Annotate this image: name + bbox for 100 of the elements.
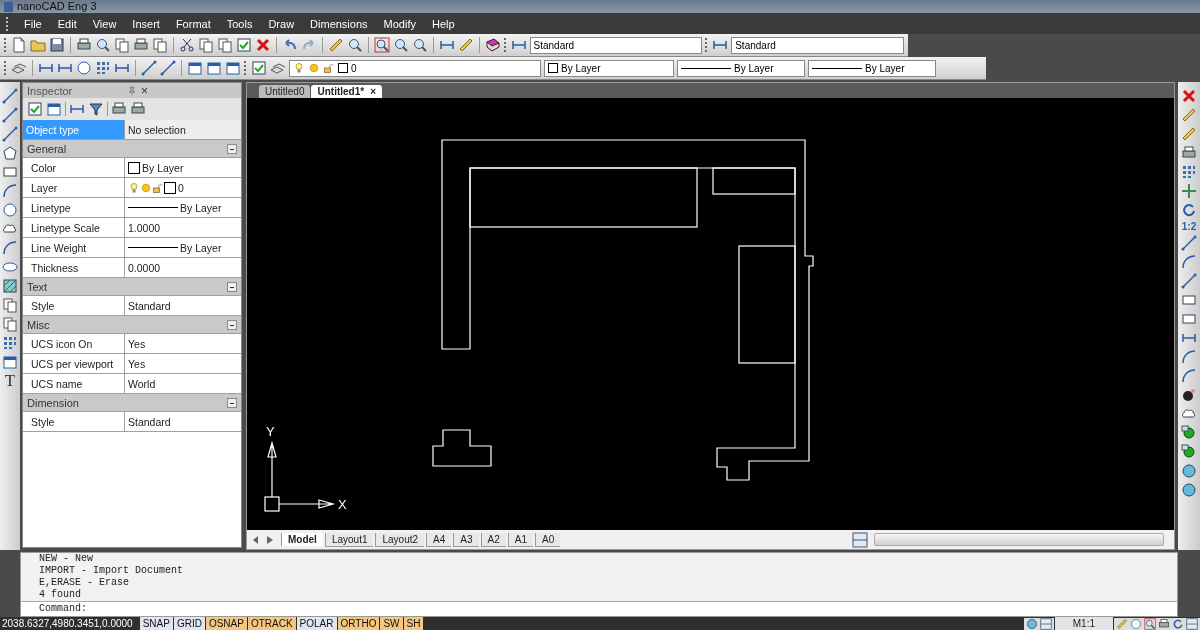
zoom-window-icon[interactable] bbox=[1144, 617, 1156, 630]
text-tool-button[interactable]: T bbox=[4, 373, 16, 389]
property-value[interactable]: 1.0000 bbox=[125, 218, 241, 237]
scroll-right-icon[interactable] bbox=[267, 535, 273, 544]
menu-item[interactable]: Draw bbox=[260, 14, 303, 33]
ruler-icon[interactable] bbox=[457, 37, 474, 53]
menu-item[interactable]: Tools bbox=[218, 14, 261, 33]
move-icon[interactable] bbox=[1181, 183, 1197, 199]
status-toggle-button[interactable]: GRID bbox=[173, 617, 205, 630]
layer-dropdown[interactable]: 0 bbox=[289, 59, 541, 77]
grid-icon[interactable] bbox=[1181, 164, 1197, 180]
menu-item[interactable]: File bbox=[16, 14, 50, 33]
copy-icon[interactable] bbox=[197, 37, 214, 53]
property-value[interactable]: 0.0000 bbox=[125, 258, 241, 277]
rotate-icon[interactable] bbox=[1181, 202, 1197, 218]
layout-tab[interactable]: A3 bbox=[453, 532, 479, 547]
menu-item[interactable]: Insert bbox=[124, 14, 168, 33]
status-toggle-button[interactable]: SNAP bbox=[139, 617, 173, 630]
rectangle-icon[interactable] bbox=[2, 164, 18, 180]
scroll-left-icon[interactable] bbox=[253, 535, 259, 544]
rotate-icon[interactable] bbox=[1172, 617, 1184, 630]
arc-icon[interactable] bbox=[1181, 368, 1197, 384]
line-icon[interactable] bbox=[141, 60, 157, 76]
table-icon[interactable] bbox=[2, 354, 18, 370]
printer-icon[interactable] bbox=[1158, 617, 1170, 630]
grid-icon[interactable] bbox=[95, 60, 111, 76]
arc-icon[interactable] bbox=[1181, 349, 1197, 365]
collapse-icon[interactable] bbox=[227, 143, 237, 154]
menu-item[interactable]: Help bbox=[423, 14, 463, 33]
rectangle-icon[interactable] bbox=[1181, 292, 1197, 308]
new-file-icon[interactable] bbox=[10, 37, 27, 53]
printer-icon[interactable] bbox=[130, 101, 146, 117]
rectangle-icon[interactable] bbox=[1181, 311, 1197, 327]
save-icon[interactable] bbox=[48, 37, 65, 53]
property-value[interactable]: Standard bbox=[125, 412, 241, 431]
lineweight-dropdown[interactable]: By Layer bbox=[808, 59, 936, 77]
zoom-window-icon[interactable] bbox=[373, 37, 390, 53]
status-toggle-button[interactable]: ORTHO bbox=[337, 617, 380, 630]
checkbox-icon[interactable] bbox=[251, 60, 267, 76]
document-tab[interactable]: Untitled1* × bbox=[311, 85, 382, 98]
scale-dropdown[interactable]: M1:1 bbox=[1054, 617, 1113, 630]
copy-icon[interactable] bbox=[2, 316, 18, 332]
status-toggle-button[interactable]: SW bbox=[380, 617, 403, 630]
ruler-icon[interactable] bbox=[1116, 617, 1128, 630]
sphere-icon[interactable] bbox=[1181, 482, 1197, 498]
folder-icon[interactable] bbox=[29, 37, 46, 53]
printer-icon[interactable] bbox=[75, 37, 92, 53]
collapse-icon[interactable] bbox=[227, 397, 237, 408]
document-tab[interactable]: Untitled0 bbox=[259, 85, 311, 98]
collapse-icon[interactable] bbox=[227, 319, 237, 330]
layout-tab[interactable]: A2 bbox=[480, 532, 506, 547]
section-header[interactable]: Text bbox=[23, 278, 241, 296]
line-icon[interactable] bbox=[2, 107, 18, 123]
scale-button[interactable]: 1:2 bbox=[1181, 221, 1197, 232]
arc-icon[interactable] bbox=[2, 183, 18, 199]
layout-tab[interactable]: Layout1 bbox=[324, 532, 374, 547]
filter-icon[interactable] bbox=[88, 101, 104, 117]
layout-tab[interactable]: A0 bbox=[535, 532, 561, 547]
menu-item[interactable]: Edit bbox=[49, 14, 85, 33]
layout-tab[interactable]: A1 bbox=[507, 532, 533, 547]
copy-icon[interactable] bbox=[216, 37, 233, 53]
collapse-icon[interactable] bbox=[227, 281, 237, 292]
property-value[interactable]: Yes bbox=[125, 334, 241, 353]
line-icon[interactable] bbox=[1181, 273, 1197, 289]
menu-item[interactable]: Format bbox=[167, 14, 219, 33]
section-header[interactable]: Misc bbox=[23, 316, 241, 334]
bomb-icon[interactable] bbox=[1181, 387, 1197, 403]
zoom-icon[interactable] bbox=[411, 37, 428, 53]
table-icon[interactable] bbox=[46, 101, 62, 117]
status-toggle-button[interactable]: OTRACK bbox=[247, 617, 296, 630]
printer-icon[interactable] bbox=[111, 101, 127, 117]
delete-icon[interactable] bbox=[254, 37, 271, 53]
ellipse-icon[interactable] bbox=[2, 259, 18, 275]
copy-icon[interactable] bbox=[113, 37, 130, 53]
status-toggle-button[interactable]: POLAR bbox=[296, 617, 337, 630]
menu-item[interactable]: Modify bbox=[375, 14, 424, 33]
arc-icon[interactable] bbox=[2, 240, 18, 256]
hatch-icon[interactable] bbox=[2, 278, 18, 294]
line-icon[interactable] bbox=[2, 126, 18, 142]
close-button[interactable]: × bbox=[141, 83, 237, 98]
color-dropdown[interactable]: By Layer bbox=[544, 59, 674, 77]
table-icon[interactable] bbox=[187, 60, 203, 76]
property-value[interactable]: World bbox=[125, 374, 241, 393]
property-value-cell[interactable]: By Layer bbox=[125, 158, 241, 177]
status-toggle-button[interactable]: SH bbox=[403, 617, 424, 630]
property-value-cell[interactable]: By Layer bbox=[125, 238, 241, 257]
sphere-icon[interactable] bbox=[1181, 425, 1197, 441]
menu-item[interactable]: View bbox=[84, 14, 125, 33]
copy-icon[interactable] bbox=[151, 37, 168, 53]
ruler-icon[interactable] bbox=[327, 37, 344, 53]
section-header[interactable]: General bbox=[23, 140, 241, 158]
polygon-icon[interactable] bbox=[2, 145, 18, 161]
split-view-icon[interactable] bbox=[1186, 617, 1198, 630]
zoom-icon[interactable] bbox=[392, 37, 409, 53]
sphere-icon[interactable] bbox=[1181, 444, 1197, 460]
line-icon[interactable] bbox=[1181, 235, 1197, 251]
delete-icon[interactable] bbox=[1181, 88, 1197, 104]
section-header[interactable]: Dimension bbox=[23, 394, 241, 412]
printer-icon[interactable] bbox=[1181, 145, 1197, 161]
property-value-cell[interactable]: 0 bbox=[125, 178, 241, 197]
